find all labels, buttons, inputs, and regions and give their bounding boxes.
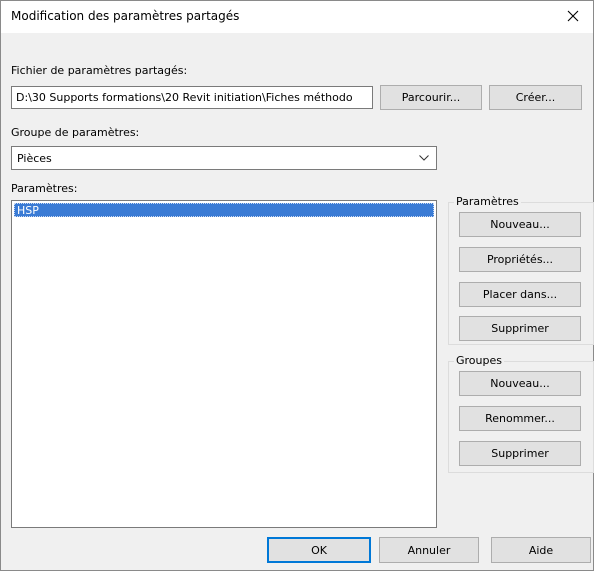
group-select-value: Pièces [17,152,52,165]
groups-groupbox-title: Groupes [454,354,504,367]
title-bar: Modification des paramètres partagés [1,1,593,33]
dialog-title: Modification des paramètres partagés [11,9,240,23]
cancel-button[interactable]: Annuler [379,537,479,563]
shared-parameters-dialog: Modification des paramètres partagés Fic… [0,0,594,571]
new-parameter-button[interactable]: Nouveau... [459,212,581,237]
delete-group-button[interactable]: Supprimer [459,441,581,466]
browse-button[interactable]: Parcourir... [380,85,482,110]
close-icon [567,10,579,22]
list-item[interactable]: HSP [14,203,434,217]
rename-group-button[interactable]: Renommer... [459,406,581,431]
parameters-list[interactable]: HSP [11,200,437,528]
parameters-label: Paramètres: [11,182,78,195]
shared-file-path-field[interactable]: D:\30 Supports formations\20 Revit initi… [11,86,373,109]
group-select[interactable]: Pièces [11,146,437,170]
shared-file-label: Fichier de paramètres partagés: [11,64,188,77]
help-button[interactable]: Aide [491,537,591,563]
chevron-down-icon [416,149,432,167]
delete-parameter-button[interactable]: Supprimer [459,316,581,341]
parameters-groupbox-title: Paramètres [454,195,521,208]
create-button[interactable]: Créer... [489,85,582,110]
parameter-properties-button[interactable]: Propriétés... [459,247,581,272]
ok-button[interactable]: OK [267,537,371,563]
close-button[interactable] [557,1,589,31]
move-parameter-button[interactable]: Placer dans... [459,282,581,307]
group-select-label: Groupe de paramètres: [11,126,140,139]
new-group-button[interactable]: Nouveau... [459,371,581,396]
